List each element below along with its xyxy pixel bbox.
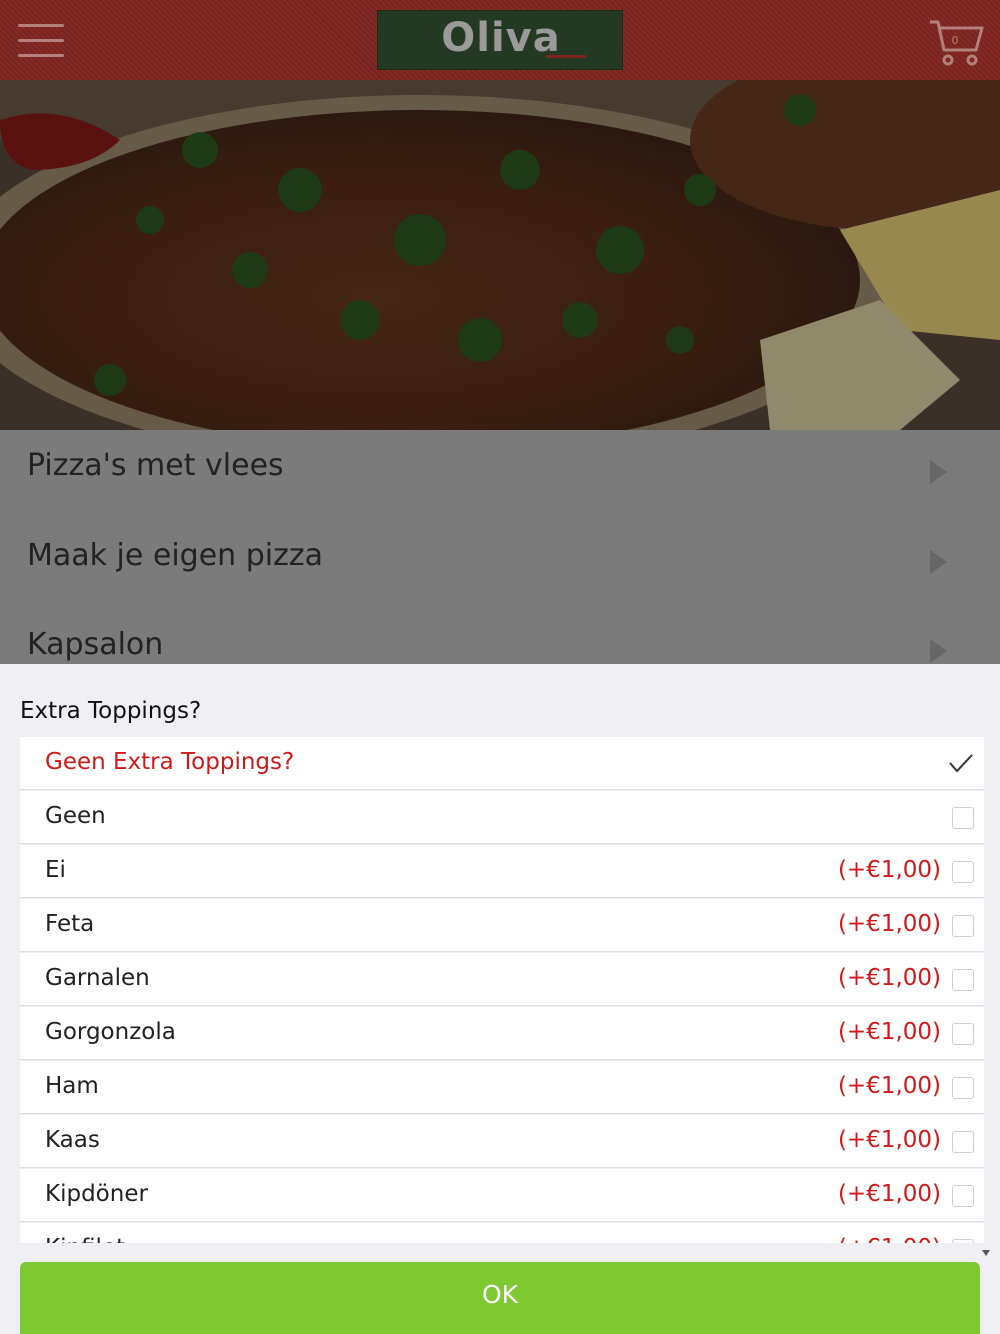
- option-kipdoner[interactable]: Kipdöner (+€1,00): [20, 1169, 984, 1222]
- logo[interactable]: Oliva: [377, 10, 623, 70]
- option-price: (+€1,00): [837, 857, 941, 883]
- option-checkbox[interactable]: [952, 1131, 974, 1153]
- option-ham[interactable]: Ham (+€1,00): [20, 1061, 984, 1114]
- option-label: Gorgonzola: [45, 1019, 176, 1045]
- option-price: (+€1,00): [837, 1073, 941, 1099]
- option-label: Kaas: [45, 1127, 100, 1153]
- scroll-down-indicator: [982, 1250, 990, 1256]
- category-item-pizzas-met-vlees[interactable]: Pizza's met vlees: [0, 430, 1000, 518]
- hero-image: [0, 80, 1000, 430]
- ok-button[interactable]: OK: [20, 1262, 980, 1334]
- category-list: Pizza's met vlees Maak je eigen pizza Ka…: [0, 430, 1000, 664]
- option-gorgonzola[interactable]: Gorgonzola (+€1,00): [20, 1007, 984, 1060]
- shopping-cart-icon[interactable]: 0: [928, 16, 988, 68]
- option-checkbox[interactable]: [952, 1077, 974, 1099]
- option-price: (+€1,00): [837, 1181, 941, 1207]
- logo-text: Oliva: [441, 15, 561, 61]
- option-price: (+€1,00): [837, 1019, 941, 1045]
- option-label: Kipdöner: [45, 1181, 148, 1207]
- option-label: Kipfilet: [45, 1235, 125, 1243]
- option-label: Feta: [45, 911, 95, 937]
- sheet-title: Extra Toppings?: [20, 698, 202, 724]
- option-geen[interactable]: Geen: [20, 791, 984, 844]
- chevron-right-icon: [930, 639, 947, 663]
- option-label: Ei: [45, 857, 66, 883]
- option-geen-extra-toppings[interactable]: Geen Extra Toppings?: [20, 737, 984, 790]
- option-price: (+€1,00): [837, 965, 941, 991]
- chevron-right-icon: [930, 460, 947, 484]
- option-feta[interactable]: Feta (+€1,00): [20, 899, 984, 952]
- checkmark-icon: [949, 754, 973, 773]
- option-checkbox[interactable]: [952, 861, 974, 883]
- category-label: Maak je eigen pizza: [27, 538, 323, 573]
- lahmacun-pizza-photo: [0, 80, 1000, 430]
- app-header: Oliva 0: [0, 0, 1000, 80]
- option-checkbox[interactable]: [952, 1023, 974, 1045]
- option-ei[interactable]: Ei (+€1,00): [20, 845, 984, 898]
- category-label: Kapsalon: [27, 627, 164, 662]
- option-checkbox[interactable]: [952, 1185, 974, 1207]
- cart-count-badge: 0: [951, 34, 959, 47]
- option-label: Ham: [45, 1073, 99, 1099]
- logo-underline: [546, 55, 586, 58]
- option-price: (+€1,00): [837, 911, 941, 937]
- option-price: (+€1,00): [837, 1127, 941, 1153]
- option-kipfilet[interactable]: Kipfilet (+€1,00): [20, 1223, 984, 1243]
- option-price: (+€1,00): [838, 1235, 941, 1243]
- hamburger-menu-icon[interactable]: [18, 22, 64, 58]
- option-label: Garnalen: [45, 965, 150, 991]
- ok-button-label: OK: [481, 1280, 519, 1309]
- option-kaas[interactable]: Kaas (+€1,00): [20, 1115, 984, 1168]
- option-checkbox[interactable]: [952, 969, 974, 991]
- option-checkbox[interactable]: [952, 1239, 974, 1243]
- toppings-option-list[interactable]: Geen Extra Toppings? Geen Ei (+€1,00) Fe…: [20, 737, 984, 1243]
- option-label: Geen: [45, 803, 106, 829]
- option-garnalen[interactable]: Garnalen (+€1,00): [20, 953, 984, 1006]
- option-label: Geen Extra Toppings?: [45, 749, 295, 775]
- category-label: Pizza's met vlees: [27, 448, 284, 483]
- chevron-right-icon: [930, 550, 947, 574]
- category-item-maak-je-eigen-pizza[interactable]: Maak je eigen pizza: [0, 520, 1000, 608]
- toppings-picker-sheet: Extra Toppings? Geen Extra Toppings? Gee…: [0, 664, 1000, 1334]
- option-checkbox[interactable]: [952, 807, 974, 829]
- option-checkbox[interactable]: [952, 915, 974, 937]
